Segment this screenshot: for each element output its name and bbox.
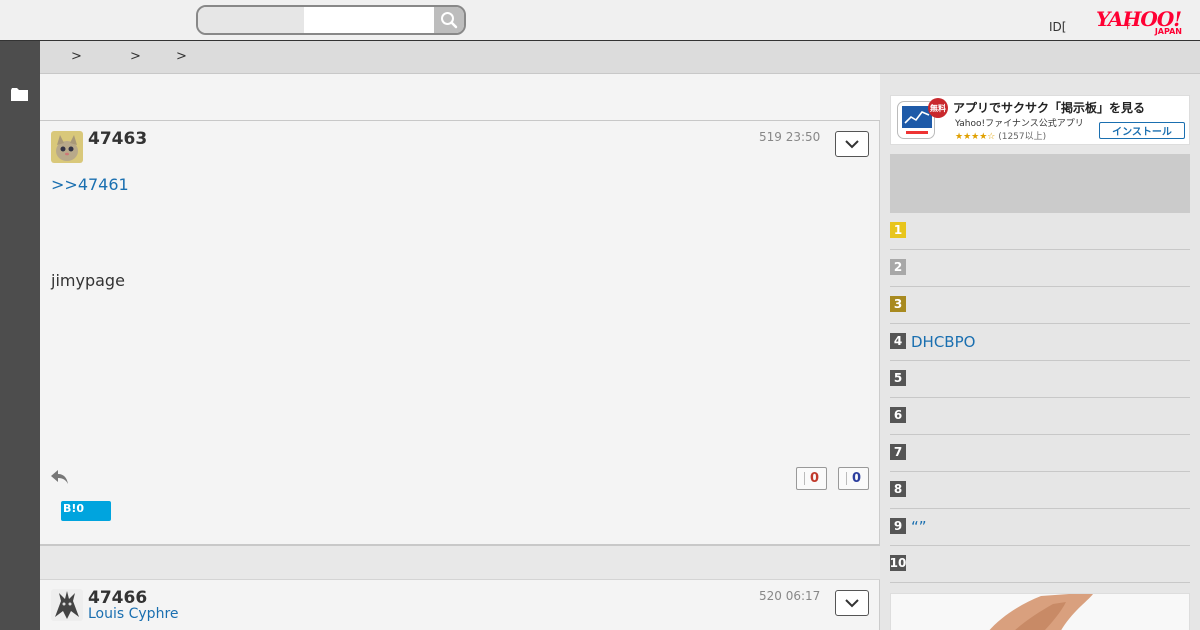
rating-count: (1257以上) <box>998 132 1047 142</box>
post-username-link[interactable]: Louis Cyphre <box>88 606 179 622</box>
breadcrumb-separator: > <box>130 49 141 64</box>
ranking-item[interactable]: 2 <box>890 250 1190 287</box>
ranking-item[interactable]: 4 DHCBPO <box>890 324 1190 361</box>
avatar[interactable] <box>51 131 83 163</box>
free-badge: 無料 <box>928 98 948 118</box>
chevron-down-icon <box>845 598 859 607</box>
rank-badge: 8 <box>890 481 906 497</box>
post-menu-button[interactable] <box>835 131 869 157</box>
reply-anchor-link[interactable]: >>47461 <box>51 175 129 194</box>
post-item: 47466 Louis Cyphre 520 06:17 <box>40 580 880 630</box>
post-date: 519 23:50 <box>759 130 821 144</box>
breadcrumb-separator: > <box>176 49 187 64</box>
ranking-item[interactable]: 5 <box>890 361 1190 398</box>
post-item: 47463 519 23:50 >>47461 jimypage 0 0 B!0 <box>40 121 880 544</box>
vote-up-count: 0 <box>809 471 820 486</box>
rank-title[interactable]: “” <box>911 518 927 536</box>
star-rating: ★★★★☆ <box>955 132 996 142</box>
avatar[interactable] <box>51 589 83 621</box>
post-number[interactable]: 47466 <box>88 588 147 608</box>
ranking-item[interactable]: 3 <box>890 287 1190 324</box>
rank-badge: 4 <box>890 333 906 349</box>
search-icon <box>441 12 458 29</box>
search-scope[interactable] <box>198 7 304 33</box>
ad-rating: ★★★★☆ (1257以上) <box>955 129 1046 142</box>
search-box <box>196 5 466 35</box>
rank-badge: 5 <box>890 370 906 386</box>
right-sidebar: 無料 アプリでサクサク「掲示板」を見る Yahoo!ファイナンス公式アプリ ★★… <box>880 74 1200 630</box>
ranking-header <box>890 154 1190 213</box>
search-button[interactable] <box>434 7 464 33</box>
thread-main: 47463 519 23:50 >>47461 jimypage 0 0 B!0 <box>40 74 880 630</box>
rank-badge: 9 <box>890 518 906 534</box>
rank-badge: 7 <box>890 444 906 460</box>
hatena-bookmark-button[interactable]: B!0 <box>61 501 111 521</box>
rank-badge: 2 <box>890 259 906 275</box>
reply-icon[interactable] <box>50 468 69 486</box>
folder-icon[interactable] <box>11 88 28 101</box>
chevron-down-icon <box>845 139 859 148</box>
ad-subtitle: Yahoo!ファイナンス公式アプリ <box>955 119 1084 129</box>
ad-title: アプリでサクサク「掲示板」を見る <box>953 101 1146 115</box>
ranking-item[interactable]: 6 <box>890 398 1190 435</box>
rank-badge: 10 <box>889 555 907 571</box>
post-menu-button[interactable] <box>835 590 869 616</box>
yahoo-logo[interactable]: YAHOO! JAPAN <box>1096 9 1188 37</box>
rank-badge: 1 <box>890 222 906 238</box>
ranking-item[interactable]: 1 <box>890 213 1190 250</box>
rank-badge: 3 <box>890 296 906 312</box>
id-login-link[interactable]: ID[ <box>1049 20 1066 34</box>
post-number[interactable]: 47463 <box>88 129 147 149</box>
breadcrumb: > > > <box>40 41 1200 74</box>
install-button[interactable]: インストール <box>1099 122 1185 139</box>
left-rail <box>0 41 40 630</box>
logo-text: YAHOO! <box>1096 7 1182 31</box>
ranking-item[interactable]: 9 “” <box>890 509 1190 546</box>
rank-title[interactable]: DHCBPO <box>911 333 975 351</box>
rank-badge: 6 <box>890 407 906 423</box>
logo-sub: JAPAN <box>1154 27 1182 36</box>
app-ad-banner[interactable]: 無料 アプリでサクサク「掲示板」を見る Yahoo!ファイナンス公式アプリ ★★… <box>890 95 1190 145</box>
vote-divider <box>845 472 847 485</box>
ranking-item[interactable]: 7 <box>890 435 1190 472</box>
search-input[interactable] <box>304 7 434 33</box>
creature-avatar-icon <box>51 589 83 621</box>
top-header: ID[ ┼ YAHOO! JAPAN <box>0 0 1200 41</box>
vote-down-count: 0 <box>851 471 862 486</box>
sidebar-ad-image[interactable] <box>890 593 1190 630</box>
ad-photo-icon <box>989 594 1093 630</box>
thread-header <box>40 74 880 121</box>
cat-avatar-icon <box>51 131 83 163</box>
post-date: 520 06:17 <box>759 589 821 603</box>
ranking-item[interactable]: 8 <box>890 472 1190 509</box>
post-body: jimypage <box>51 271 125 290</box>
post-divider <box>40 544 880 580</box>
ranking-item[interactable]: 10 <box>890 546 1190 583</box>
vote-divider <box>803 472 805 485</box>
vote-down-button[interactable]: 0 <box>838 467 869 490</box>
vote-up-button[interactable]: 0 <box>796 467 827 490</box>
breadcrumb-separator: > <box>71 49 82 64</box>
